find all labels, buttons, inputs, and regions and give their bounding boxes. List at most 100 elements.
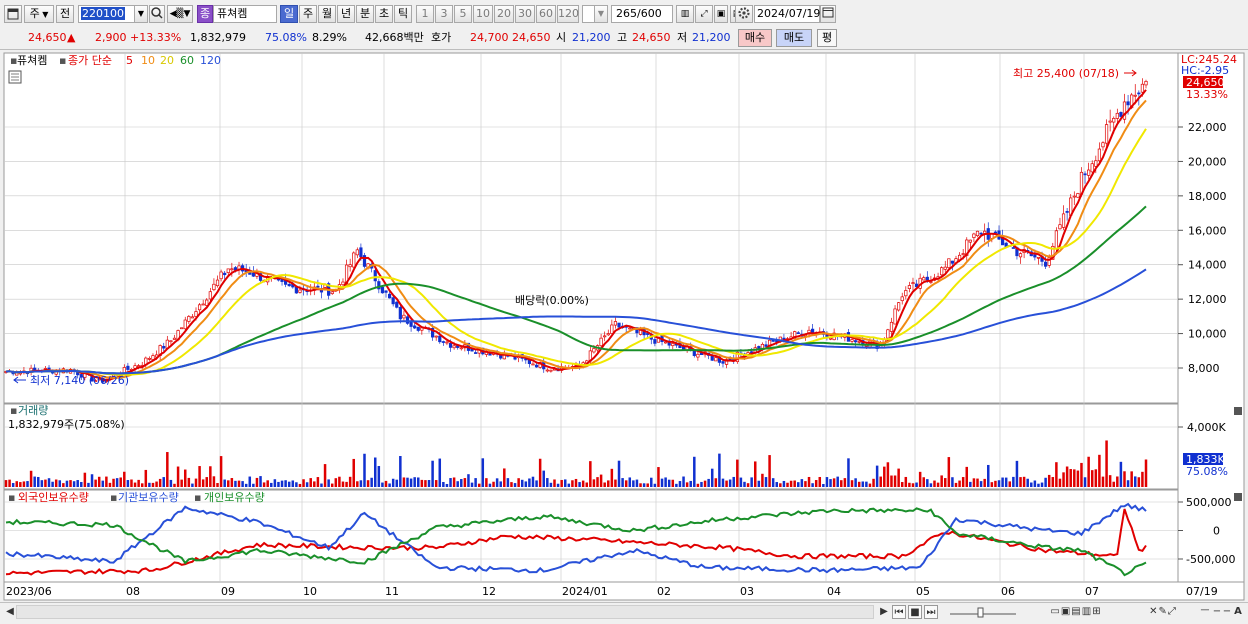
volume-bar — [123, 471, 126, 487]
group-badge[interactable]: 종 — [197, 5, 213, 23]
volume-bar — [535, 480, 538, 487]
gear-icon[interactable] — [735, 5, 753, 23]
volume-bar — [746, 483, 750, 487]
volume-bar — [1087, 456, 1090, 487]
volume-bar — [112, 478, 115, 487]
candle-body — [355, 249, 359, 256]
minute-3[interactable]: 3 — [435, 5, 453, 23]
candle-body — [1115, 112, 1119, 119]
minute-5-label: 5 — [459, 7, 467, 20]
volume-bar — [607, 480, 610, 487]
volume-bar — [707, 478, 710, 487]
stock-chart[interactable]: ▪ 퓨쳐켐 ▪ 종가 단순 5 10 20 60 120 최고 25,400 (… — [0, 50, 1248, 603]
candle-body — [1119, 112, 1123, 117]
volume-bar — [976, 478, 979, 487]
volume-bar — [169, 479, 173, 487]
window-icon[interactable] — [4, 5, 22, 23]
volume-bar — [657, 467, 660, 487]
last-icon[interactable]: ⏭ — [924, 605, 938, 619]
date-input[interactable]: 2024/07/19 — [754, 5, 820, 23]
prev-button[interactable]: 전 — [56, 5, 74, 23]
holding-panel-close-icon[interactable] — [1234, 493, 1242, 501]
change-up-icon: ▲ — [67, 31, 76, 44]
minute-30[interactable]: 30 — [515, 5, 535, 23]
high-label: 고 — [617, 31, 628, 44]
minute-60-label: 60 — [539, 7, 553, 20]
volume-last-pct: 75.08% — [1186, 465, 1228, 478]
volume-panel-close-icon[interactable] — [1234, 407, 1242, 415]
interval-second-label: 초 — [378, 7, 390, 20]
volume-bar — [474, 478, 477, 487]
volume-bar — [510, 482, 513, 487]
view-tool-icons[interactable]: ▭▣▤▥⊞ — [1026, 605, 1126, 619]
volume-bar — [872, 478, 875, 487]
volume-bar — [183, 469, 187, 487]
stock-code-input[interactable]: 220100 — [78, 5, 136, 23]
volume-bar — [603, 482, 606, 487]
search-icon[interactable] — [149, 5, 165, 23]
volume-bar — [406, 477, 409, 487]
zoom-in-icon[interactable]: ㅡ — [1199, 605, 1211, 619]
horizontal-scrollbar[interactable] — [16, 605, 874, 619]
minute-10[interactable]: 10 — [473, 5, 493, 23]
interval-month[interactable]: 월 — [318, 5, 336, 23]
stop-icon[interactable]: ■ — [908, 605, 922, 619]
volume-bar — [875, 465, 879, 487]
volume-bar — [599, 474, 603, 487]
interval-year[interactable]: 년 — [337, 5, 355, 23]
buy-button[interactable]: 매수 — [738, 29, 772, 47]
price-tick-label: 12,000 — [1188, 293, 1227, 306]
x-last-date: 07/19 — [1186, 585, 1218, 598]
minute-5[interactable]: 5 — [454, 5, 472, 23]
sell-button[interactable]: 매도 — [776, 29, 812, 47]
volume-bar — [829, 479, 832, 487]
volume-bar — [1008, 481, 1012, 487]
interval-dropdown-icon[interactable]: ▼ — [594, 5, 608, 23]
calendar-icon[interactable] — [820, 5, 836, 23]
interval-day[interactable]: 일 — [280, 5, 298, 23]
minute-20[interactable]: 20 — [494, 5, 514, 23]
volume-bar — [592, 479, 596, 487]
interval-second[interactable]: 초 — [375, 5, 393, 23]
volume-bar — [936, 482, 940, 487]
eval-button[interactable]: 평 — [817, 29, 837, 47]
code-dropdown-icon[interactable]: ▼ — [134, 5, 148, 23]
interval-minute[interactable]: 분 — [356, 5, 374, 23]
volume-bar — [198, 466, 201, 487]
volume-bar — [166, 452, 169, 487]
candle-body — [961, 253, 965, 255]
volume-bar — [1040, 482, 1044, 487]
minute-1[interactable]: 1 — [416, 5, 434, 23]
panel-bullet: ▪ — [110, 491, 117, 504]
volume-bar — [922, 477, 925, 487]
volume-bar — [69, 480, 72, 487]
volume-bar — [933, 480, 936, 487]
drawing-tool-icon[interactable]: ⤢ — [695, 5, 713, 23]
save-icon[interactable]: ▣ — [714, 5, 728, 23]
interval-tick[interactable]: 틱 — [394, 5, 412, 23]
volume-bar — [1130, 471, 1133, 487]
zoom-slider[interactable] — [948, 605, 1018, 619]
candle-body — [671, 343, 675, 347]
interval-week[interactable]: 주 — [299, 5, 317, 23]
scroll-right-icon[interactable]: ▶ — [878, 605, 890, 619]
minute-120[interactable]: 120 — [557, 5, 579, 23]
scroll-left-icon[interactable]: ◀ — [4, 605, 16, 619]
period-select[interactable]: 주 ▼ — [24, 5, 54, 23]
volume-bar — [1119, 461, 1123, 487]
zoom-out-icon[interactable]: − — [1212, 605, 1222, 619]
font-size-icon[interactable]: A — [1232, 605, 1244, 619]
speaker-icon[interactable]: ◀▒▼ — [167, 5, 193, 23]
volume-bar — [628, 477, 632, 487]
minute-60[interactable]: 60 — [536, 5, 556, 23]
count-input[interactable]: 265/600 — [611, 5, 673, 23]
first-icon[interactable]: ⏮ — [892, 605, 906, 619]
chart-type-icon[interactable]: ▥ — [676, 5, 694, 23]
volume-bar — [1126, 480, 1130, 487]
zoom-reset-icon[interactable]: − — [1222, 605, 1232, 619]
toolbar: 주 ▼ 전 220100 ▼ ◀▒▼ 종 퓨쳐켐 일 주 월 년 분 초 틱 1… — [0, 0, 1248, 29]
candle-body — [298, 289, 302, 293]
volume-bar — [259, 476, 262, 487]
draw-tool-icons[interactable]: ✕✎⤢ — [1128, 605, 1198, 619]
volume-bar — [158, 478, 162, 487]
